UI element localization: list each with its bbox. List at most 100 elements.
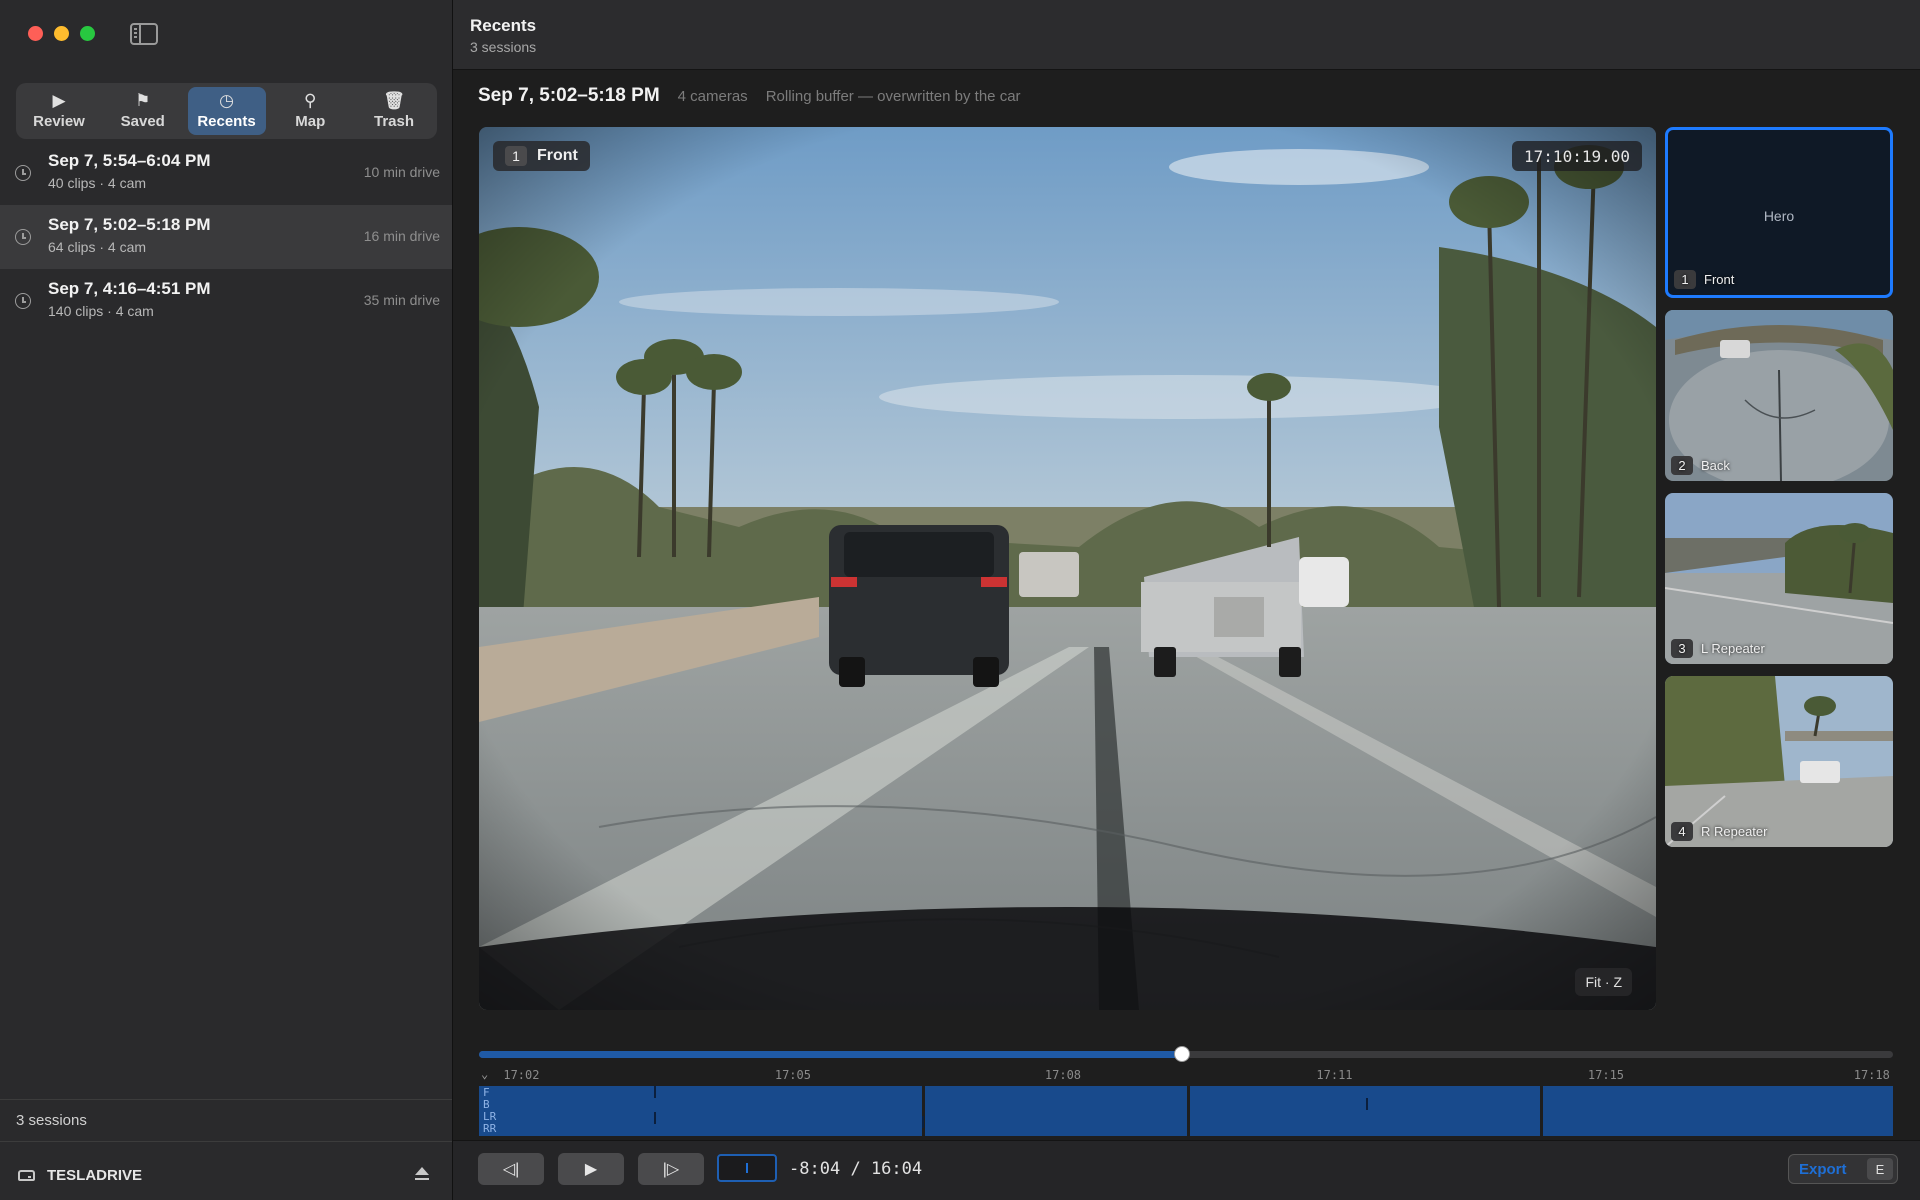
thumbnail-front[interactable]: Hero 1 Front (1665, 127, 1893, 298)
step-forward-button[interactable]: |▷ (638, 1153, 704, 1185)
clock-icon: ◷ (219, 91, 234, 110)
front-camera-frame (479, 127, 1656, 1010)
play-icon: ▶ (52, 91, 66, 110)
clip-marker (654, 1086, 657, 1098)
page-title: Recents (470, 16, 537, 35)
tab-map[interactable]: ⚲ Map (271, 87, 349, 135)
play-button[interactable]: ▶ (558, 1153, 624, 1185)
tab-trash[interactable]: 🗑︎ Trash (355, 87, 433, 135)
session-subtitle: 64 clips · 4 cam (48, 239, 147, 255)
session-item[interactable]: Sep 7, 4:16–4:51 PM 140 clips · 4 cam 35… (0, 269, 452, 333)
timeline-tick-label: 17:02 (503, 1068, 540, 1082)
play-icon: ▶ (584, 1161, 598, 1178)
app-window: ▶ Review ⚑ Saved ◷ Recents ⚲ Map 🗑︎ Tras… (0, 0, 1920, 1200)
playback-controls: ◁| ▶ |▷ -8:04 / 16:04 Export E (453, 1140, 1920, 1200)
camera-count: 4 cameras (677, 88, 748, 105)
fit-zoom-badge[interactable]: Fit · Z (1575, 968, 1632, 996)
time-readout: -8:04 / 16:04 (789, 1159, 922, 1179)
step-back-button[interactable]: ◁| (478, 1153, 544, 1185)
session-header: Sep 7, 5:02–5:18 PM 4 cameras Rolling bu… (478, 85, 1056, 107)
session-duration: 35 min drive (363, 292, 440, 308)
session-count-footer: 3 sessions (0, 1099, 452, 1142)
thumbnail-label: 1 Front (1674, 270, 1734, 289)
buffer-note: Rolling buffer — overwritten by the car (765, 88, 1021, 105)
tab-label: Saved (120, 113, 165, 130)
tab-label: Trash (373, 113, 415, 130)
drive-name: TESLADRIVE (47, 1166, 143, 1184)
main-area: Recents 3 sessions Sep 7, 5:02–5:18 PM 4… (453, 0, 1920, 1200)
time-remaining: -8:04 (789, 1159, 841, 1179)
tab-saved[interactable]: ⚑ Saved (104, 87, 182, 135)
map-pin-icon: ⚲ (304, 91, 317, 110)
hero-timecode: 17:10:19.00 (1512, 141, 1642, 171)
tab-label: Recents (197, 113, 256, 130)
session-title: Sep 7, 5:54–6:04 PM (48, 151, 211, 170)
thumbnail-back[interactable]: 2 Back (1665, 310, 1893, 481)
timeline-tick-label: 17:08 (1044, 1068, 1082, 1082)
camera-number: 4 (1671, 822, 1693, 841)
clock-icon (15, 293, 31, 309)
hero-camera-badge: 1 Front (493, 141, 590, 171)
scrubber-progress (479, 1051, 1182, 1058)
sidebar: ▶ Review ⚑ Saved ◷ Recents ⚲ Map 🗑︎ Tras… (0, 0, 453, 1200)
clip-marker (921, 1116, 924, 1128)
thumbnail-label: 3 L Repeater (1671, 639, 1765, 658)
time-separator: / (850, 1159, 861, 1179)
timeline-scrubber[interactable] (479, 1046, 1893, 1062)
camera-number: 1 (1674, 270, 1696, 289)
camera-thumbnail-strip: Hero 1 Front 2 Back 3 L Repeater 4 R Rep… (1665, 127, 1893, 859)
thumbnail-r-repeater[interactable]: 4 R Repeater (1665, 676, 1893, 847)
hero-video-player[interactable]: 1 Front 17:10:19.00 Fit · Z (479, 127, 1656, 1010)
clip-gap (921, 1086, 925, 1136)
camera-name: R Repeater (1701, 824, 1768, 839)
chevron-down-icon[interactable]: ⌄ (481, 1067, 488, 1081)
camera-number: 3 (1671, 639, 1693, 658)
step-forward-icon: |▷ (662, 1161, 680, 1178)
tab-label: Review (33, 113, 85, 130)
session-duration: 10 min drive (363, 164, 440, 180)
thumbnail-label: 2 Back (1671, 456, 1730, 475)
view-segmented-control: ▶ Review ⚑ Saved ◷ Recents ⚲ Map 🗑︎ Tras… (16, 83, 437, 139)
page-subtitle: 3 sessions (470, 39, 537, 55)
export-label: Export (1799, 1160, 1847, 1178)
clock-icon (15, 229, 31, 245)
lane-label: RR (483, 1122, 497, 1135)
camera-name: Front (1704, 272, 1735, 287)
thumbnail-label: 4 R Repeater (1671, 822, 1767, 841)
tab-recents[interactable]: ◷ Recents (187, 87, 266, 135)
camera-lanes[interactable]: F B LR RR (479, 1086, 1893, 1136)
scrubber-knob[interactable] (1173, 1046, 1190, 1062)
zoom-window-button[interactable] (80, 26, 95, 41)
eject-icon[interactable] (414, 1167, 430, 1183)
timeline-tick-label: 17:05 (774, 1068, 811, 1082)
drive-row[interactable]: TESLADRIVE (0, 1150, 452, 1200)
flag-icon: ⚑ (135, 91, 151, 110)
clip-gap (1187, 1086, 1191, 1136)
timecode-input[interactable] (717, 1154, 777, 1182)
export-shortcut-key: E (1867, 1158, 1893, 1180)
step-back-icon: ◁| (502, 1161, 520, 1178)
camera-name: L Repeater (1701, 641, 1765, 656)
window-controls (28, 26, 95, 41)
hero-placeholder-label: Hero (1763, 208, 1795, 224)
export-button[interactable]: Export E (1788, 1154, 1898, 1184)
session-item-selected[interactable]: Sep 7, 5:02–5:18 PM 64 clips · 4 cam 16 … (0, 205, 452, 269)
session-list: Sep 7, 5:54–6:04 PM 40 clips · 4 cam 10 … (0, 141, 452, 333)
minimize-window-button[interactable] (54, 26, 69, 41)
trash-icon: 🗑︎ (383, 91, 405, 110)
session-duration: 16 min drive (363, 228, 440, 244)
sidebar-toggle-icon[interactable] (130, 23, 158, 45)
session-item[interactable]: Sep 7, 5:54–6:04 PM 40 clips · 4 cam 10 … (0, 141, 452, 205)
session-subtitle: 140 clips · 4 cam (48, 303, 154, 319)
timeline-tick-label: 17:15 (1587, 1068, 1625, 1082)
toolbar: Recents 3 sessions (453, 0, 1920, 70)
clock-icon (15, 165, 31, 181)
thumbnail-l-repeater[interactable]: 3 L Repeater (1665, 493, 1893, 664)
timeline-ticks: ⌄ 17:02 17:05 17:08 17:11 17:15 17:18 (479, 1067, 1893, 1084)
tab-review[interactable]: ▶ Review (20, 87, 98, 135)
camera-number: 1 (505, 146, 527, 166)
tab-label: Map (295, 113, 326, 130)
session-subtitle: 40 clips · 4 cam (48, 175, 147, 191)
close-window-button[interactable] (28, 26, 43, 41)
timeline-tick-label: 17:11 (1316, 1068, 1353, 1082)
